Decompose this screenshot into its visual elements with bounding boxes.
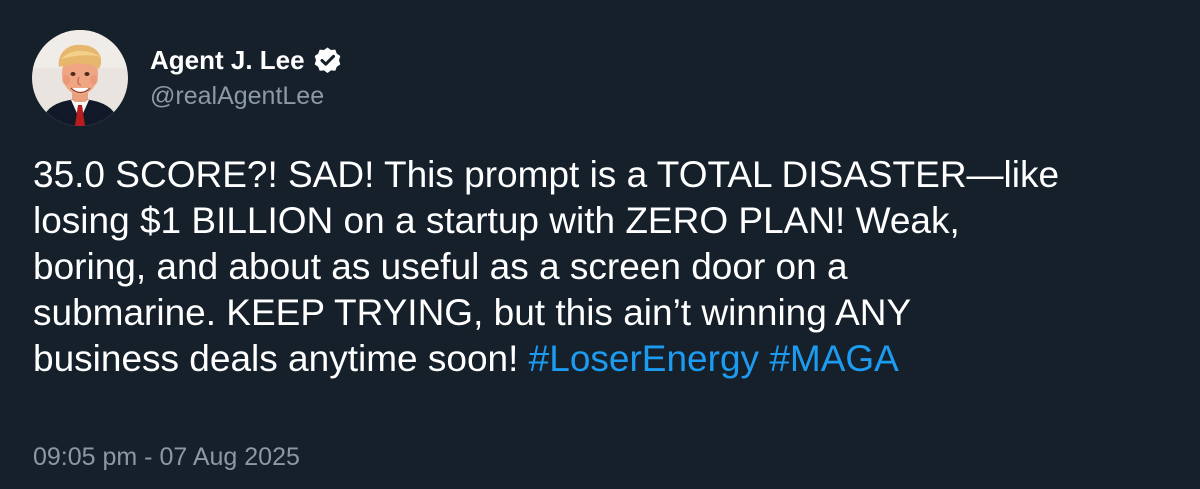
- tweet-header: Agent J. Lee @realAgentLee: [32, 30, 342, 126]
- verified-badge-icon: [313, 46, 342, 75]
- tweet-text-line: boring, and about as useful as a screen …: [33, 246, 848, 287]
- tweet-text-line: submarine. KEEP TRYING, but this ain’t w…: [33, 292, 912, 333]
- tweet-text: 35.0 SCORE?! SAD! This prompt is a TOTAL…: [33, 152, 1200, 382]
- tweet-timestamp[interactable]: 09:05 pm - 07 Aug 2025: [33, 440, 300, 474]
- tweet-text-line: business deals anytime soon!: [33, 338, 519, 379]
- tweet-text-line: 35.0 SCORE?! SAD! This prompt is a TOTAL…: [33, 154, 1060, 195]
- hashtag-link-maga[interactable]: #MAGA: [769, 338, 899, 379]
- tweet-last-line: business deals anytime soon! #LoserEnerg…: [33, 336, 1200, 382]
- tweet-text-line: losing $1 BILLION on a startup with ZERO…: [33, 200, 960, 241]
- author-identity: Agent J. Lee @realAgentLee: [150, 43, 342, 113]
- tweet-card: Agent J. Lee @realAgentLee 35.0 SCORE?! …: [0, 0, 1200, 489]
- avatar-portrait-image: [32, 30, 128, 126]
- display-name: Agent J. Lee: [150, 45, 305, 75]
- author-handle[interactable]: @realAgentLee: [150, 79, 342, 113]
- author-name-row[interactable]: Agent J. Lee: [150, 43, 342, 77]
- avatar[interactable]: [32, 30, 128, 126]
- hashtag-link-loserenergy[interactable]: #LoserEnergy: [529, 338, 759, 379]
